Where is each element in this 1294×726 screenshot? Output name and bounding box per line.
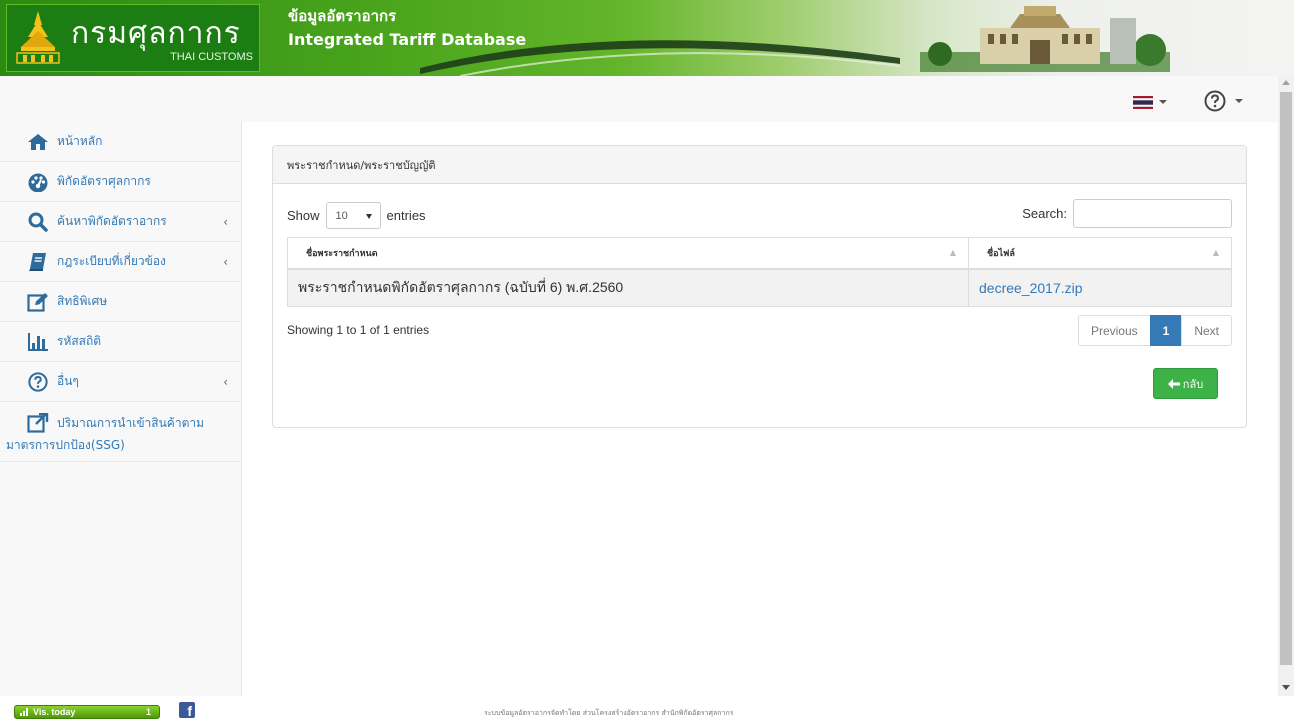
page-length-select[interactable]: 10 (325, 202, 381, 229)
book-icon (26, 251, 50, 273)
page-1-button[interactable]: 1 (1149, 315, 1183, 346)
sidebar-item-label: กฎระเบียบที่เกี่ยวข้อง (57, 254, 166, 268)
table-header-row: ชื่อพระราชกำหนด ▲︎ ชื่อไฟล์ ▲︎ (287, 237, 1232, 270)
vertical-scrollbar[interactable] (1278, 76, 1294, 696)
scroll-up-arrow-icon[interactable] (1282, 80, 1290, 85)
sidebar-item-ssg[interactable]: ปริมาณการนำเข้าสินค้าตาม มาตรการปกป้อง(S… (0, 402, 241, 462)
external-link-icon (26, 412, 50, 434)
customs-logo[interactable]: กรมศุลกากร THAI CUSTOMS (6, 4, 260, 72)
chevron-left-icon: ‹ (223, 375, 228, 389)
customs-emblem-icon (16, 11, 60, 64)
visitor-label: Vis. today (33, 707, 76, 717)
sidebar-item-label: หน้าหลัก (57, 134, 103, 148)
search-label: Search: (1022, 206, 1067, 221)
sidebar-item-regulations[interactable]: กฎระเบียบที่เกี่ยวข้อง ‹ (0, 242, 241, 282)
sidebar-item-label: พิกัดอัตราศุลกากร (57, 174, 151, 188)
sort-icon: ▲︎ (949, 248, 956, 257)
page-length-control: Show 10 entries (287, 202, 426, 229)
arrow-left-icon (1167, 378, 1180, 389)
visitor-counter[interactable]: Vis. today 1 (14, 705, 160, 719)
page-length-value: 10 (335, 209, 348, 222)
table-row: พระราชกำหนดพิกัดอัตราศุลกากร (ฉบับที่ 6)… (287, 268, 1232, 307)
decree-table: ชื่อพระราชกำหนด ▲︎ ชื่อไฟล์ ▲︎ พระราชกำห… (287, 237, 1232, 307)
panel-heading: พระราชกำหนด/พระราชบัญญัติ (273, 146, 1246, 184)
sort-icon: ▲︎ (1212, 248, 1219, 257)
table-info: Showing 1 to 1 of 1 entries (287, 323, 430, 337)
back-button[interactable]: กลับ (1153, 368, 1218, 399)
chevron-left-icon: ‹ (223, 255, 228, 269)
customs-building-image (920, 6, 1170, 72)
header-banner: กรมศุลกากร THAI CUSTOMS ข้อมูลอัตราอากร … (0, 0, 1294, 76)
logo-subtitle: THAI CUSTOMS (170, 51, 253, 63)
home-icon (26, 131, 50, 153)
edit-icon (26, 291, 50, 313)
sidebar-item-home[interactable]: หน้าหลัก (0, 122, 241, 162)
column-header-file-name[interactable]: ชื่อไฟล์ ▲︎ (968, 237, 1232, 270)
sidebar-item-others[interactable]: อื่นๆ ‹ (0, 362, 241, 402)
sidebar-item-label: รหัสสถิติ (57, 334, 102, 348)
back-button-label: กลับ (1182, 377, 1204, 391)
footer-credit: ระบบข้อมูลอัตราอากรจัดทำโดย ส่วนโครงสร้า… (484, 709, 734, 717)
show-label: Show (287, 208, 320, 223)
question-circle-icon (1204, 90, 1226, 112)
facebook-icon[interactable]: f (179, 702, 195, 718)
visitor-count: 1 (145, 707, 151, 717)
table-search: Search: (1022, 199, 1232, 228)
sidebar-item-privileges[interactable]: สิทธิพิเศษ (0, 282, 241, 322)
chevron-left-icon: ‹ (223, 215, 228, 229)
file-download-link[interactable]: decree_2017.zip (968, 268, 1232, 307)
help-dropdown[interactable] (1204, 88, 1252, 114)
sidebar-item-label: อื่นๆ (57, 374, 79, 388)
sidebar-item-search-tariff[interactable]: ค้นหาพิกัดอัตราอากร ‹ (0, 202, 241, 242)
search-input[interactable] (1073, 199, 1232, 228)
sidebar-item-label: ค้นหาพิกัดอัตราอากร (57, 214, 167, 228)
footer: Vis. today 1 f ระบบข้อมูลอัตราอากรจัดทำโ… (0, 696, 1294, 726)
pagination: Previous 1 Next (1077, 315, 1232, 346)
previous-page-button[interactable]: Previous (1077, 315, 1151, 346)
sidebar-item-tariff[interactable]: พิกัดอัตราศุลกากร (0, 162, 241, 202)
bar-chart-icon (26, 331, 50, 353)
language-dropdown[interactable] (1133, 93, 1173, 111)
chevron-down-icon (365, 214, 372, 219)
logo-text: กรมศุลกากร (71, 16, 241, 51)
sidebar: หน้าหลัก พิกัดอัตราศุลกากร ค้นหาพิกัดอัต… (0, 122, 242, 696)
entries-label: entries (386, 208, 426, 223)
site-title-thai: ข้อมูลอัตราอากร (288, 7, 397, 25)
column-header-decree-name[interactable]: ชื่อพระราชกำหนด ▲︎ (287, 237, 969, 270)
decree-name-cell: พระราชกำหนดพิกัดอัตราศุลกากร (ฉบับที่ 6)… (287, 268, 969, 307)
column-header-label: ชื่อไฟล์ (987, 248, 1015, 259)
chevron-down-icon (1159, 100, 1167, 104)
decree-panel: พระราชกำหนด/พระราชบัญญัติ Show 10 entrie… (272, 145, 1247, 428)
chevron-down-icon (1235, 99, 1243, 103)
thai-flag-icon (1133, 95, 1153, 109)
sidebar-item-label: สิทธิพิเศษ (57, 294, 108, 308)
sidebar-item-label: ปริมาณการนำเข้าสินค้าตาม (57, 415, 205, 430)
sidebar-item-statistics[interactable]: รหัสสถิติ (0, 322, 241, 362)
top-navbar (0, 76, 1278, 122)
scrollbar-thumb[interactable] (1280, 92, 1292, 665)
next-page-button[interactable]: Next (1181, 315, 1232, 346)
banner-swoosh-decoration (420, 40, 900, 76)
question-circle-icon (26, 371, 50, 393)
search-icon (26, 211, 50, 233)
scroll-down-arrow-icon[interactable] (1282, 685, 1290, 690)
column-header-label: ชื่อพระราชกำหนด (306, 248, 378, 259)
signal-bars-icon (20, 708, 29, 716)
sidebar-item-label-line2: มาตรการปกป้อง(SSG) (6, 438, 125, 452)
dashboard-icon (26, 171, 50, 193)
